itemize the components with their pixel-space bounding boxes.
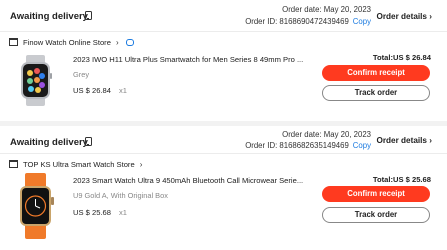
store-row[interactable]: Finow Watch Online Store › [9, 36, 134, 48]
order-total: Total:US $ 25.68 [372, 175, 431, 184]
order-card: Awaiting delivery Order date: May 20, 20… [0, 0, 447, 121]
order-id-row: Order ID: 8168682635149469 Copy [245, 141, 371, 150]
product-title[interactable]: 2023 IWO H11 Ultra Plus Smartwatch for M… [73, 55, 303, 64]
divider [0, 153, 447, 154]
order-status: Awaiting delivery [10, 137, 88, 148]
order-details-label: Order details [376, 12, 427, 21]
phone-icon[interactable] [85, 137, 92, 146]
product-quantity: x1 [119, 86, 128, 95]
order-header: Awaiting delivery Order date: May 20, 20… [0, 0, 447, 31]
track-order-button[interactable]: Track order [322, 207, 430, 223]
phone-icon[interactable] [85, 11, 92, 20]
product-price: US $ 25.68 [73, 208, 111, 217]
order-date: Order date: May 20, 2023 [282, 5, 371, 14]
order-date: Order date: May 20, 2023 [282, 130, 371, 139]
smartwatch-orange-thumbnail[interactable] [10, 173, 61, 239]
order-id: Order ID: 8168682635149469 [245, 141, 349, 150]
divider [0, 31, 447, 32]
smartwatch-grey-thumbnail[interactable] [10, 53, 61, 108]
product-variant: U9 Gold A, With Original Box [73, 191, 168, 200]
track-order-button[interactable]: Track order [322, 85, 430, 101]
store-name: Finow Watch Online Store [23, 37, 111, 47]
store-row[interactable]: TOP KS Ultra Smart Watch Store › [9, 158, 142, 170]
order-details-link[interactable]: Order details › [376, 136, 432, 145]
copy-order-id-button[interactable]: Copy [353, 17, 371, 26]
store-name: TOP KS Ultra Smart Watch Store [23, 159, 135, 169]
chevron-right-icon: › [115, 37, 119, 47]
store-icon [9, 38, 18, 46]
store-icon [9, 160, 18, 168]
order-details-link[interactable]: Order details › [376, 12, 432, 21]
copy-order-id-button[interactable]: Copy [353, 141, 371, 150]
order-card: Awaiting delivery Order date: May 20, 20… [0, 126, 447, 250]
chevron-right-icon: › [429, 12, 432, 21]
chat-icon[interactable] [125, 38, 134, 46]
order-status: Awaiting delivery [10, 11, 88, 22]
price-row: US $ 25.68 x1 [73, 208, 127, 217]
product-quantity: x1 [119, 208, 128, 217]
product-variant: Grey [73, 70, 90, 79]
chevron-right-icon: › [429, 136, 432, 145]
order-total: Total:US $ 26.84 [372, 53, 431, 62]
confirm-receipt-button[interactable]: Confirm receipt [322, 65, 430, 81]
chevron-right-icon: › [139, 159, 143, 169]
product-title[interactable]: 2023 Smart Watch Ultra 9 450mAh Bluetoot… [73, 176, 303, 185]
confirm-receipt-button[interactable]: Confirm receipt [322, 186, 430, 202]
product-price: US $ 26.84 [73, 86, 111, 95]
order-details-label: Order details [376, 136, 427, 145]
order-id-row: Order ID: 8168690472439469 Copy [245, 17, 371, 26]
price-row: US $ 26.84 x1 [73, 86, 127, 95]
order-id: Order ID: 8168690472439469 [245, 17, 349, 26]
